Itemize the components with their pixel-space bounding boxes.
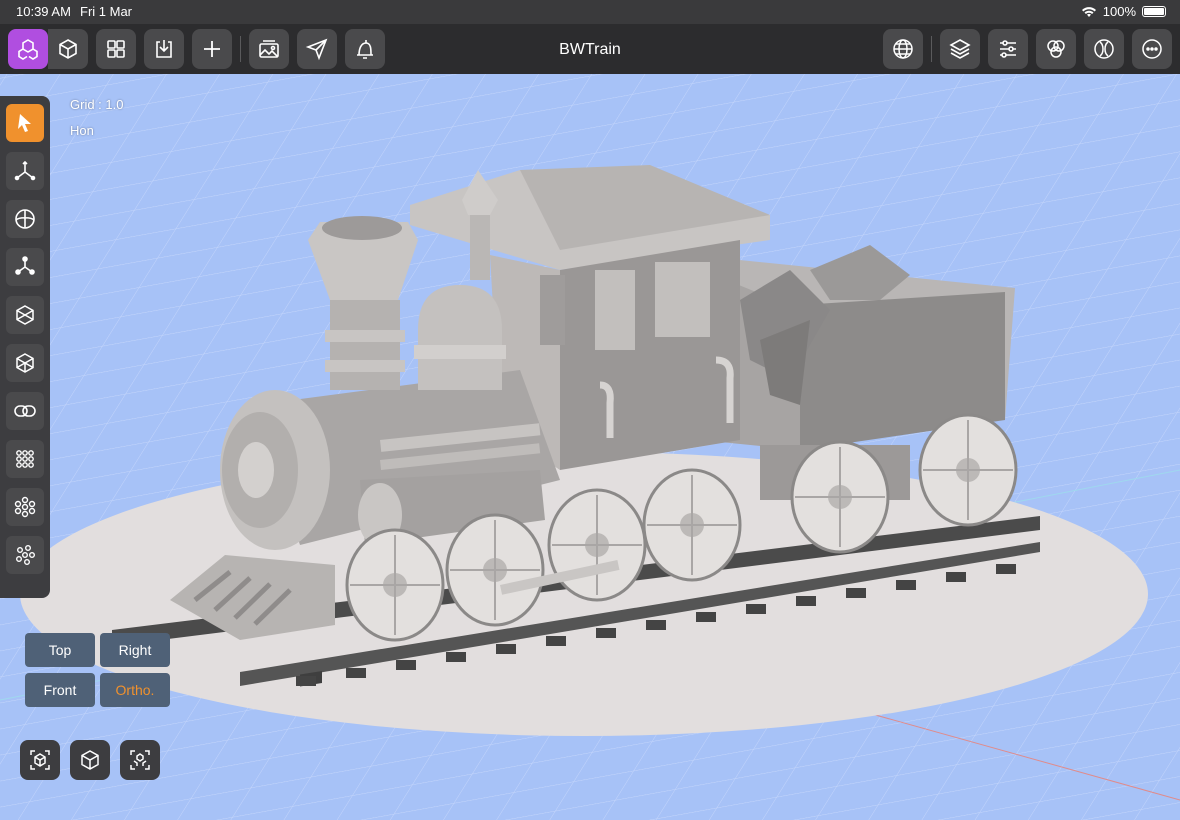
- layers-icon: [949, 39, 971, 59]
- select-icon: [18, 114, 31, 132]
- wifi-icon: [1081, 6, 1096, 17]
- move-icon: [14, 160, 36, 181]
- import-icon: [156, 40, 172, 58]
- view-ortho-button[interactable]: Ortho.: [100, 673, 170, 707]
- battery-percent: 100%: [1102, 4, 1136, 19]
- add-icon: [204, 41, 220, 57]
- camera-cube-button[interactable]: [70, 740, 110, 780]
- link-tool[interactable]: [6, 392, 44, 430]
- globe-icon: [893, 39, 913, 59]
- pivot-tool[interactable]: [6, 248, 44, 286]
- camera-cube-icon: [81, 750, 99, 770]
- rotate-tool[interactable]: [6, 200, 44, 238]
- scatter-tool[interactable]: [6, 536, 44, 574]
- cluster-tool[interactable]: [6, 488, 44, 526]
- camera-objects-button[interactable]: [120, 740, 160, 780]
- toolbar-divider: [240, 36, 241, 62]
- view-right-button[interactable]: Right: [100, 633, 170, 667]
- render-icon: [1094, 39, 1114, 59]
- materials-button[interactable]: [1036, 29, 1076, 69]
- camera-objects-icon: [130, 750, 150, 770]
- materials-icon: [1047, 40, 1065, 58]
- box-select-tool[interactable]: [6, 296, 44, 334]
- grid-size-label: Grid : 1.0: [70, 97, 124, 112]
- camera-frame-button[interactable]: [20, 740, 60, 780]
- send-icon: [305, 38, 328, 61]
- link-icon: [14, 405, 36, 417]
- grid-view-button[interactable]: [96, 29, 136, 69]
- camera-frame-icon: [30, 750, 50, 770]
- scatter-icon: [16, 545, 36, 566]
- 3d-viewport[interactable]: [0, 74, 1180, 820]
- box-select-icon: [16, 305, 34, 325]
- rotate-icon: [15, 209, 35, 229]
- layers-button[interactable]: [940, 29, 980, 69]
- render-button[interactable]: [1084, 29, 1124, 69]
- send-button[interactable]: [297, 29, 337, 69]
- pivot-icon: [15, 256, 35, 275]
- view-front-button[interactable]: Front: [25, 673, 95, 707]
- view-top-button[interactable]: Top: [25, 633, 95, 667]
- mode-label: Hon: [70, 123, 94, 138]
- status-right: 100%: [1081, 4, 1166, 19]
- objects-icon: [18, 39, 38, 60]
- status-time: 10:39 AM: [16, 4, 71, 19]
- sliders-icon: [1000, 40, 1016, 58]
- array-icon: [16, 450, 34, 468]
- viewport-info: Grid : 1.0 Hon: [70, 92, 123, 144]
- toolbar-divider-right: [931, 36, 932, 62]
- box-deselect-icon: [16, 353, 34, 373]
- objects-button[interactable]: [8, 29, 48, 69]
- move-tool[interactable]: [6, 152, 44, 190]
- cluster-icon: [14, 496, 36, 518]
- import-button[interactable]: [144, 29, 184, 69]
- sliders-button[interactable]: [988, 29, 1028, 69]
- document-title: BWTrain: [559, 41, 621, 58]
- select-tool[interactable]: [6, 104, 44, 142]
- top-toolbar: BWTrain: [0, 24, 1180, 74]
- more-icon: [1142, 39, 1162, 59]
- grid-view-icon: [107, 40, 125, 58]
- cube-icon: [59, 39, 77, 59]
- cube-button[interactable]: [48, 29, 88, 69]
- gallery-icon: [259, 40, 279, 58]
- side-toolbar: [0, 96, 50, 598]
- battery-icon: [1142, 6, 1166, 17]
- array-tool[interactable]: [6, 440, 44, 478]
- globe-button[interactable]: [883, 29, 923, 69]
- box-deselect-tool[interactable]: [6, 344, 44, 382]
- status-bar: 10:39 AM Fri 1 Mar 100%: [0, 0, 1180, 24]
- scene: [0, 74, 1180, 820]
- more-button[interactable]: [1132, 29, 1172, 69]
- notes-button[interactable]: [345, 29, 385, 69]
- notes-icon: [357, 40, 373, 59]
- gallery-button[interactable]: [249, 29, 289, 69]
- status-date: Fri 1 Mar: [80, 4, 132, 19]
- add-button[interactable]: [192, 29, 232, 69]
